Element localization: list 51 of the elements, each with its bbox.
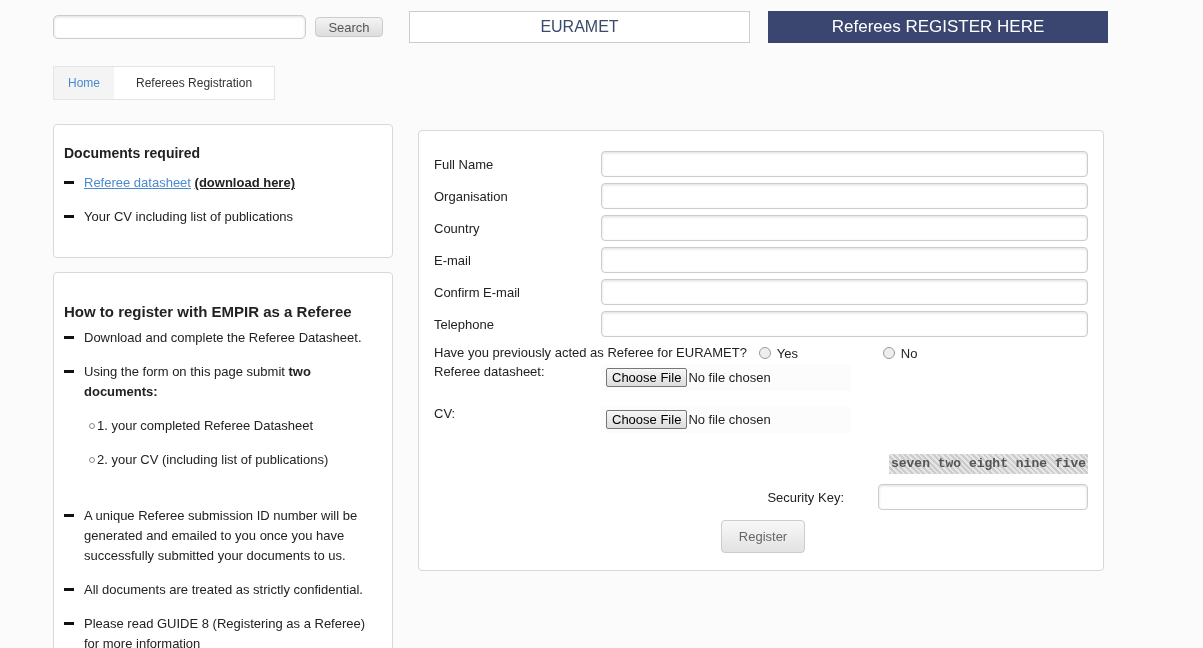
dash-icon	[64, 336, 74, 339]
list-text: A unique Referee submission ID number will be generated and emailed to you once you have successfully submitted your documents to us.	[84, 507, 359, 565]
register-banner[interactable]: Referees REGISTER HERE	[768, 11, 1108, 43]
dash-icon	[64, 514, 74, 517]
radio-label: No	[900, 345, 918, 361]
field-label: E-mail	[434, 252, 472, 268]
field-label: CV:	[434, 406, 457, 421]
choose-file-button[interactable]: Choose File	[606, 410, 688, 429]
list-text: All documents are treated as strictly confidential.	[84, 581, 363, 599]
field-label: Telephone	[434, 316, 495, 332]
dash-icon	[64, 215, 74, 218]
dash-icon	[64, 622, 74, 625]
input-field[interactable]	[600, 247, 1088, 273]
captcha-image: seven two eight nine five	[888, 454, 1088, 474]
search-field[interactable]	[53, 15, 306, 39]
field-label: Confirm E-mail	[434, 284, 521, 300]
file-status: No file chosen	[688, 412, 771, 427]
list-text: 1. your completed Referee Datasheet	[97, 417, 314, 435]
input-field[interactable]	[600, 311, 1088, 337]
list-text: Your CV including list of publications	[84, 208, 294, 226]
radio-button[interactable]	[758, 347, 771, 359]
choose-file-button[interactable]: Choose File	[606, 368, 688, 387]
site-button[interactable]: EURAMET	[409, 11, 750, 43]
breadcrumb-current: Referees Registration	[135, 76, 254, 90]
radio-button[interactable]	[882, 347, 895, 359]
dash-icon	[64, 370, 74, 373]
radio-label: Yes	[776, 345, 799, 361]
list-text: 2. your CV (including list of publications)	[97, 451, 329, 469]
list-text: Please read GUIDE 8 (Registering as a Referee) for more information	[84, 615, 367, 648]
register-button[interactable]: Register	[721, 520, 805, 553]
input-field[interactable]	[600, 183, 1088, 209]
input-field[interactable]	[600, 279, 1088, 305]
card-title: How to register with EMPIR as a Referee	[64, 303, 353, 320]
dash-icon	[64, 181, 74, 184]
list-text: Download and complete the Referee Datasheet.	[84, 329, 362, 347]
datasheet-link[interactable]: Referee datasheet	[84, 175, 191, 190]
question-label: Have you previously acted as Referee for EURAMET?	[434, 344, 747, 360]
field-label: Full Name	[434, 156, 495, 172]
list-text: Referee datasheet (download here)	[84, 174, 295, 192]
input-field[interactable]	[600, 215, 1088, 241]
search-button[interactable]: Search	[315, 17, 383, 37]
list-text: Using the form on this page submit two documents:	[84, 363, 312, 401]
field-label: Referee datasheet:	[434, 364, 546, 379]
field-label: Organisation	[434, 188, 509, 204]
input-field[interactable]	[600, 151, 1088, 177]
security-key-field[interactable]	[878, 484, 1088, 510]
card-title: Documents required	[64, 145, 202, 161]
field-label: Country	[434, 220, 481, 236]
dash-icon	[64, 588, 74, 591]
file-status: No file chosen	[688, 370, 771, 385]
field-label: Security Key:	[767, 489, 844, 505]
